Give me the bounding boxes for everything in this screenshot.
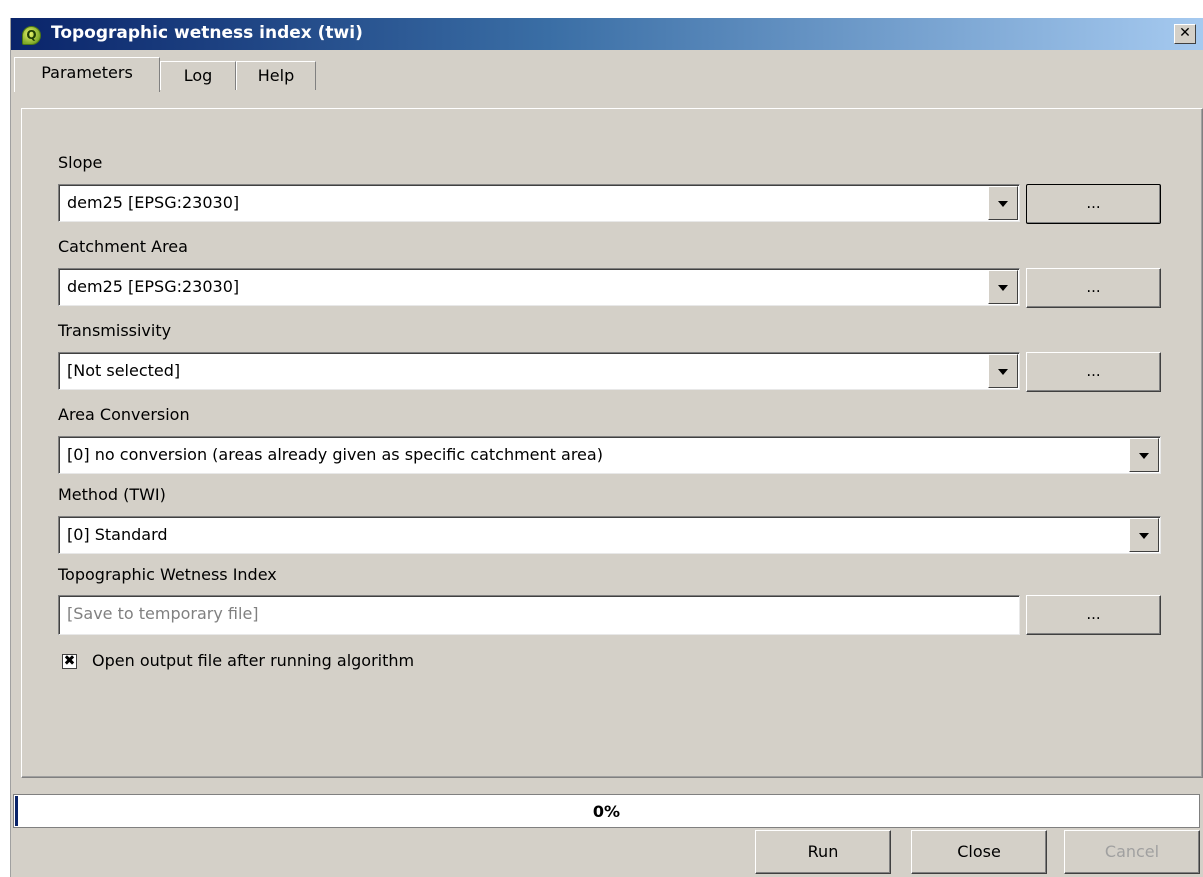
cancel-button[interactable]: Cancel [1064,830,1200,874]
open-output-checkbox[interactable]: ✖ [62,654,77,669]
progress-text: 0% [592,802,621,821]
tab-help[interactable]: Help [236,61,316,90]
slope-value: dem25 [EPSG:23030] [67,193,240,212]
catchment-area-value: dem25 [EPSG:23030] [67,277,240,296]
output-label: Topographic Wetness Index [58,565,277,584]
run-button[interactable]: Run [755,830,891,874]
output-path-input[interactable] [65,603,1009,624]
open-output-label[interactable]: Open output file after running algorithm [92,651,414,670]
transmissivity-value: [Not selected] [67,361,181,380]
slope-label: Slope [58,153,103,172]
chevron-down-icon[interactable] [1129,438,1159,472]
close-button[interactable]: Close [911,830,1047,874]
title-bar[interactable]: Q Topographic wetness index (twi) ✕ [11,18,1203,50]
catchment-area-browse-button[interactable]: ... [1026,268,1161,308]
area-conversion-label: Area Conversion [58,405,190,424]
progress-bar: 0% [13,794,1200,828]
parameters-panel: Slope dem25 [EPSG:23030] ... Catchment A… [21,108,1203,778]
method-value: [0] Standard [67,525,168,544]
method-label: Method (TWI) [58,485,166,504]
output-browse-button[interactable]: ... [1026,595,1161,635]
chevron-down-icon[interactable] [1129,518,1159,552]
transmissivity-combo[interactable]: [Not selected] [58,352,1020,390]
transmissivity-browse-button[interactable]: ... [1026,352,1161,392]
transmissivity-label: Transmissivity [58,321,172,340]
slope-combo[interactable]: dem25 [EPSG:23030] [58,184,1020,222]
chevron-down-icon[interactable] [988,186,1018,220]
close-window-button[interactable]: ✕ [1174,24,1196,44]
window-title: Topographic wetness index (twi) [51,23,363,43]
method-combo[interactable]: [0] Standard [58,516,1161,554]
tab-parameters[interactable]: Parameters [14,57,160,92]
chevron-down-icon[interactable] [988,270,1018,304]
slope-browse-button[interactable]: ... [1026,184,1161,224]
catchment-area-combo[interactable]: dem25 [EPSG:23030] [58,268,1020,306]
qgis-logo-icon: Q [22,26,41,45]
area-conversion-combo[interactable]: [0] no conversion (areas already given a… [58,436,1161,474]
dialog-window: Q Topographic wetness index (twi) ✕ Para… [10,18,1203,877]
area-conversion-value: [0] no conversion (areas already given a… [67,445,603,464]
tab-log[interactable]: Log [160,61,236,90]
output-field[interactable] [58,595,1020,635]
chevron-down-icon[interactable] [988,354,1018,388]
catchment-area-label: Catchment Area [58,237,188,256]
